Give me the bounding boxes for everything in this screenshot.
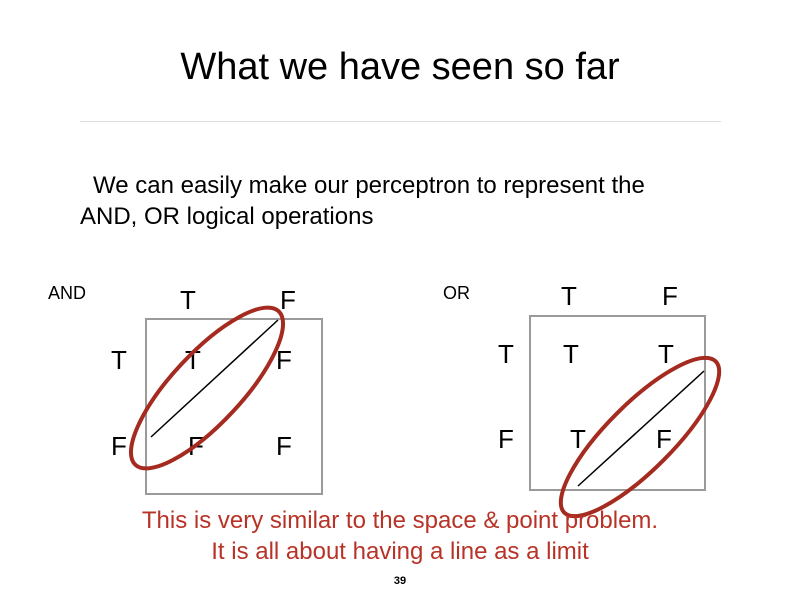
- and-row-header-t: T: [111, 345, 127, 375]
- and-col-header-t: T: [180, 285, 196, 315]
- and-diagram: T F T F T F F F: [111, 285, 323, 495]
- or-row-header-t: T: [498, 339, 514, 369]
- or-col-header-t: T: [561, 281, 577, 311]
- caption-line-2: It is all about having a line as a limit: [211, 538, 589, 565]
- and-cell-ff: F: [276, 431, 292, 461]
- and-highlight-ellipse: [128, 305, 286, 471]
- or-separator-line: [577, 370, 705, 487]
- or-diagram: T F T F T T T F: [498, 281, 722, 519]
- and-grid-box: [145, 318, 323, 495]
- and-col-header-f: F: [280, 285, 296, 315]
- and-row-header-f: F: [111, 431, 127, 461]
- page-number: 39: [393, 575, 407, 587]
- or-cell-tf: T: [658, 339, 674, 369]
- slide-caption: This is very similar to the space & poin…: [0, 505, 800, 567]
- or-col-header-f: F: [662, 281, 678, 311]
- or-cell-tt: T: [563, 339, 579, 369]
- or-grid-box: [529, 315, 706, 491]
- or-row-header-f: F: [498, 424, 514, 454]
- or-cell-ff: F: [656, 424, 672, 454]
- caption-line-1: This is very similar to the space & poin…: [141, 507, 659, 534]
- and-cell-tf: F: [276, 345, 292, 375]
